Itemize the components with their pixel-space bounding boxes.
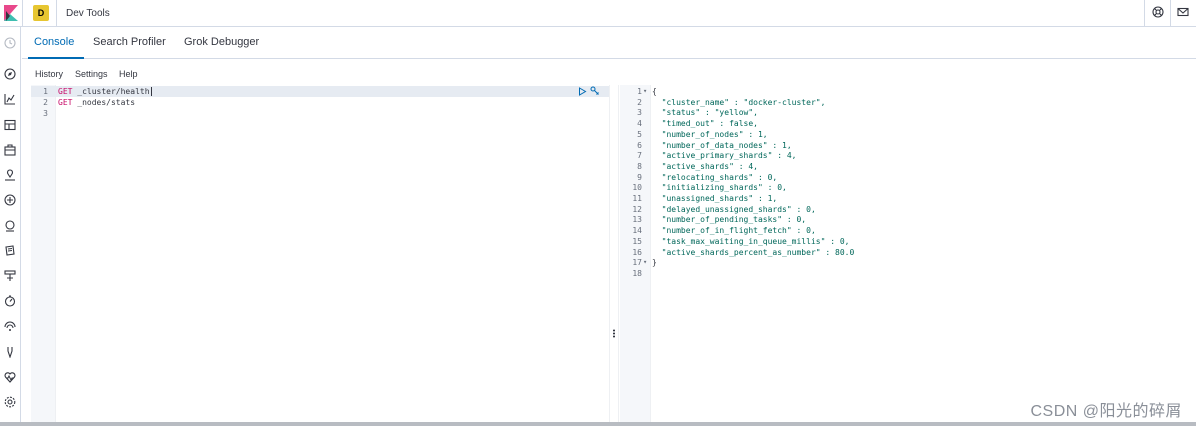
side-navigation [0,27,21,426]
line-number: 7 [637,151,642,161]
logs-icon[interactable] [4,245,16,257]
active-tab-indicator [28,57,84,59]
response-line: "active_shards" : 4, [652,161,758,171]
http-method: GET [58,87,73,96]
devtools-tabs: Console Search Profiler Grok Debugger [22,27,1196,59]
response-editor[interactable]: 1 ▾{2 "cluster_name" : "docker-cluster", 3… [620,85,1196,422]
siem-icon[interactable] [4,321,16,333]
request-line[interactable]: GET _cluster/health [58,86,152,97]
line-number: 9 [637,172,642,182]
line-number: 3 [637,108,642,118]
line-number: 6 [637,140,642,150]
help-icon[interactable] [1152,6,1164,18]
line-number: 12 [632,204,642,214]
line-number: 1 [43,87,48,96]
kibana-logo-icon[interactable] [4,5,18,21]
ml-icon[interactable] [4,194,16,206]
response-line: "number_of_pending_tasks" : 0, [652,215,807,225]
line-number: 15 [632,236,642,246]
response-line: "timed_out" : false, [652,119,758,129]
request-line[interactable]: GET _nodes/stats [58,97,135,108]
play-icon[interactable] [578,87,587,96]
request-path: _nodes/stats [72,98,136,107]
mail-icon[interactable] [1177,6,1189,18]
line-number: 5 [637,129,642,139]
line-number: 16 [632,247,642,257]
fold-toggle-icon[interactable]: ▾ [643,257,647,268]
devtools-icon[interactable] [4,346,16,358]
request-path: _cluster/health [72,87,150,96]
header-divider [56,0,57,27]
line-number: 2 [637,97,642,107]
management-icon[interactable] [4,396,16,408]
text-cursor [150,87,152,96]
tab-search-profiler[interactable]: Search Profiler [93,36,166,48]
canvas-icon[interactable] [4,144,16,156]
settings-menu[interactable]: Settings [75,69,108,79]
request-gutter [31,85,56,422]
help-menu[interactable]: Help [119,69,138,79]
space-avatar[interactable]: D [33,5,49,21]
apm-icon[interactable] [4,220,16,232]
response-line: "initializing_shards" : 0, [652,183,787,193]
response-line: "status" : "yellow", [652,108,758,118]
visualize-icon[interactable] [4,93,16,105]
maps-icon[interactable] [4,169,16,181]
response-line: } [652,258,657,268]
line-number: 2 [43,98,48,107]
line-number: 1 [637,87,642,96]
app-title: Dev Tools [66,8,110,19]
window-bottom-edge [0,422,1196,426]
line-number: 17 [632,258,642,268]
response-line: { [652,87,657,96]
tab-grok-debugger[interactable]: Grok Debugger [184,36,259,48]
line-number: 11 [632,194,642,203]
response-line: "active_primary_shards" : 4, [652,151,797,161]
line-number: 18 [632,268,642,278]
response-line: "number_of_in_flight_fetch" : 0, [652,226,816,236]
tab-console[interactable]: Console [34,36,74,48]
fold-toggle-icon[interactable]: ▾ [643,86,647,97]
header-divider [22,0,23,27]
request-editor[interactable]: 1 GET _cluster/health 2 GET _nodes/stats… [31,85,609,422]
monitoring-icon[interactable] [4,371,16,383]
header-divider [1170,0,1171,27]
response-line: "number_of_nodes" : 1, [652,129,768,139]
header-divider [1144,0,1145,27]
response-line: "unassigned_shards" : 1, [652,194,778,203]
response-line: "relocating_shards" : 0, [652,172,778,182]
history-menu[interactable]: History [35,69,63,79]
response-line: "number_of_data_nodes" : 1, [652,140,792,150]
drag-handle-icon [613,329,615,338]
panel-resizer[interactable] [609,85,619,422]
http-method: GET [58,98,73,107]
discover-icon[interactable] [4,68,16,80]
recent-icon[interactable] [4,37,16,49]
response-line: "delayed_unassigned_shards" : 0, [652,204,816,214]
infra-icon[interactable] [4,270,16,282]
response-line: "active_shards_percent_as_number" : 80.0 [652,247,855,257]
line-number: 10 [632,183,642,193]
watermark: CSDN @阳光的碎屑 [1030,403,1182,420]
line-number: 13 [632,215,642,225]
line-number: 4 [637,119,642,129]
uptime-icon[interactable] [4,295,16,307]
line-number: 14 [632,226,642,236]
line-number: 3 [43,109,48,118]
line-number: 8 [637,161,642,171]
response-line: "cluster_name" : "docker-cluster", [652,97,826,107]
wrench-icon[interactable] [590,86,600,96]
top-header: D Dev Tools [0,0,1196,27]
dashboard-icon[interactable] [4,119,16,131]
response-line: "task_max_waiting_in_queue_millis" : 0, [652,236,850,246]
